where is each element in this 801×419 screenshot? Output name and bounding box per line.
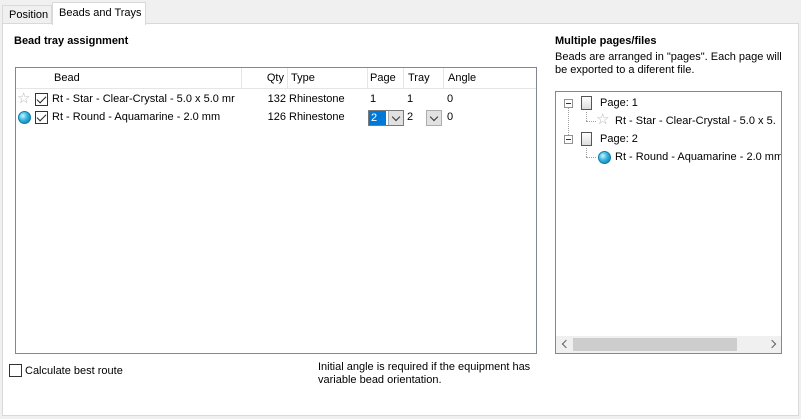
tray-combobox-button[interactable] <box>426 110 442 126</box>
tree-horizontal-scrollbar[interactable] <box>556 336 781 353</box>
collapse-icon[interactable] <box>564 99 573 108</box>
star-icon: ☆ <box>17 90 31 107</box>
bead-qty: 132 <box>267 93 286 105</box>
calculate-best-route-label[interactable]: Calculate best route <box>25 365 123 378</box>
tree-node-bead[interactable]: ☆ Rt - Star - Clear-Crystal - 5.0 x 5. <box>556 112 781 130</box>
bead-type: Rhinestone <box>289 111 345 123</box>
column-page[interactable]: Page <box>366 68 404 89</box>
list-header: Bead Qty Type Page Tray Angle <box>16 68 536 89</box>
tree-node-bead[interactable]: Rt - Round - Aquamarine - 2.0 mm <box>556 148 781 166</box>
page-combobox-button[interactable] <box>388 111 403 125</box>
scroll-right-icon[interactable] <box>764 336 781 353</box>
tree-node-page-1[interactable]: Page: 1 <box>556 94 781 112</box>
star-icon: ☆ <box>596 111 610 128</box>
bead-tray-list[interactable]: Bead Qty Type Page Tray Angle ☆ Rt - Sta… <box>15 67 537 354</box>
bead-qty: 126 <box>267 111 286 123</box>
gem-icon <box>18 111 31 124</box>
bead-type: Rhinestone <box>289 93 345 105</box>
chevron-down-icon <box>429 112 439 122</box>
calculate-best-route-checkbox[interactable] <box>9 364 22 377</box>
scroll-thumb[interactable] <box>573 338 737 351</box>
bead-angle[interactable]: 0 <box>447 109 477 127</box>
chevron-down-icon <box>391 112 401 122</box>
tree-node-page-2[interactable]: Page: 2 <box>556 130 781 148</box>
tab-beads-and-trays[interactable]: Beads and Trays <box>52 2 146 25</box>
page-icon <box>581 132 592 146</box>
pages-tree[interactable]: Page: 1 ☆ Rt - Star - Clear-Crystal - 5.… <box>555 91 782 354</box>
tree-node-label: Rt - Round - Aquamarine - 2.0 mm <box>615 151 782 163</box>
row-checkbox[interactable] <box>35 93 48 106</box>
tree-node-label: Rt - Star - Clear-Crystal - 5.0 x 5. <box>615 115 776 127</box>
table-row[interactable]: ☆ Rt - Star - Clear-Crystal - 5.0 x 5.0 … <box>16 91 536 109</box>
tree-node-label: Page: 1 <box>600 97 638 109</box>
bead-tray[interactable]: 1 <box>407 91 437 109</box>
angle-note: Initial angle is required if the equipme… <box>318 361 531 386</box>
bead-page[interactable]: 1 <box>370 91 400 109</box>
row-checkbox[interactable] <box>35 111 48 124</box>
tab-position[interactable]: Position <box>2 5 52 24</box>
tab-beads-and-trays-label: Beads and Trays <box>59 7 142 19</box>
column-type[interactable]: Type <box>288 68 368 89</box>
column-angle[interactable]: Angle <box>444 68 536 89</box>
scroll-left-icon[interactable] <box>556 336 573 353</box>
column-bead[interactable]: Bead <box>50 68 242 89</box>
tab-position-label: Position <box>9 9 49 21</box>
bead-name: Rt - Star - Clear-Crystal - 5.0 x 5.0 mr <box>52 93 235 105</box>
gem-icon <box>598 151 611 164</box>
column-tray[interactable]: Tray <box>404 68 444 89</box>
tree-node-label: Page: 2 <box>600 133 638 145</box>
page-icon <box>581 96 592 110</box>
multiple-pages-heading: Multiple pages/files <box>555 35 657 47</box>
multiple-pages-description: Beads are arranged in "pages". Each page… <box>555 51 782 76</box>
bead-tray-heading: Bead tray assignment <box>14 35 129 47</box>
page-combobox-value: 2 <box>369 111 386 125</box>
collapse-icon[interactable] <box>564 135 573 144</box>
bead-name: Rt - Round - Aquamarine - 2.0 mm <box>52 111 221 123</box>
column-qty[interactable]: Qty <box>242 68 288 89</box>
page-combobox[interactable]: 2 <box>368 110 404 126</box>
table-row[interactable]: Rt - Round - Aquamarine - 2.0 mm 126 Rhi… <box>16 109 536 127</box>
bead-angle[interactable]: 0 <box>447 91 477 109</box>
bead-tray[interactable]: 2 <box>407 109 421 127</box>
